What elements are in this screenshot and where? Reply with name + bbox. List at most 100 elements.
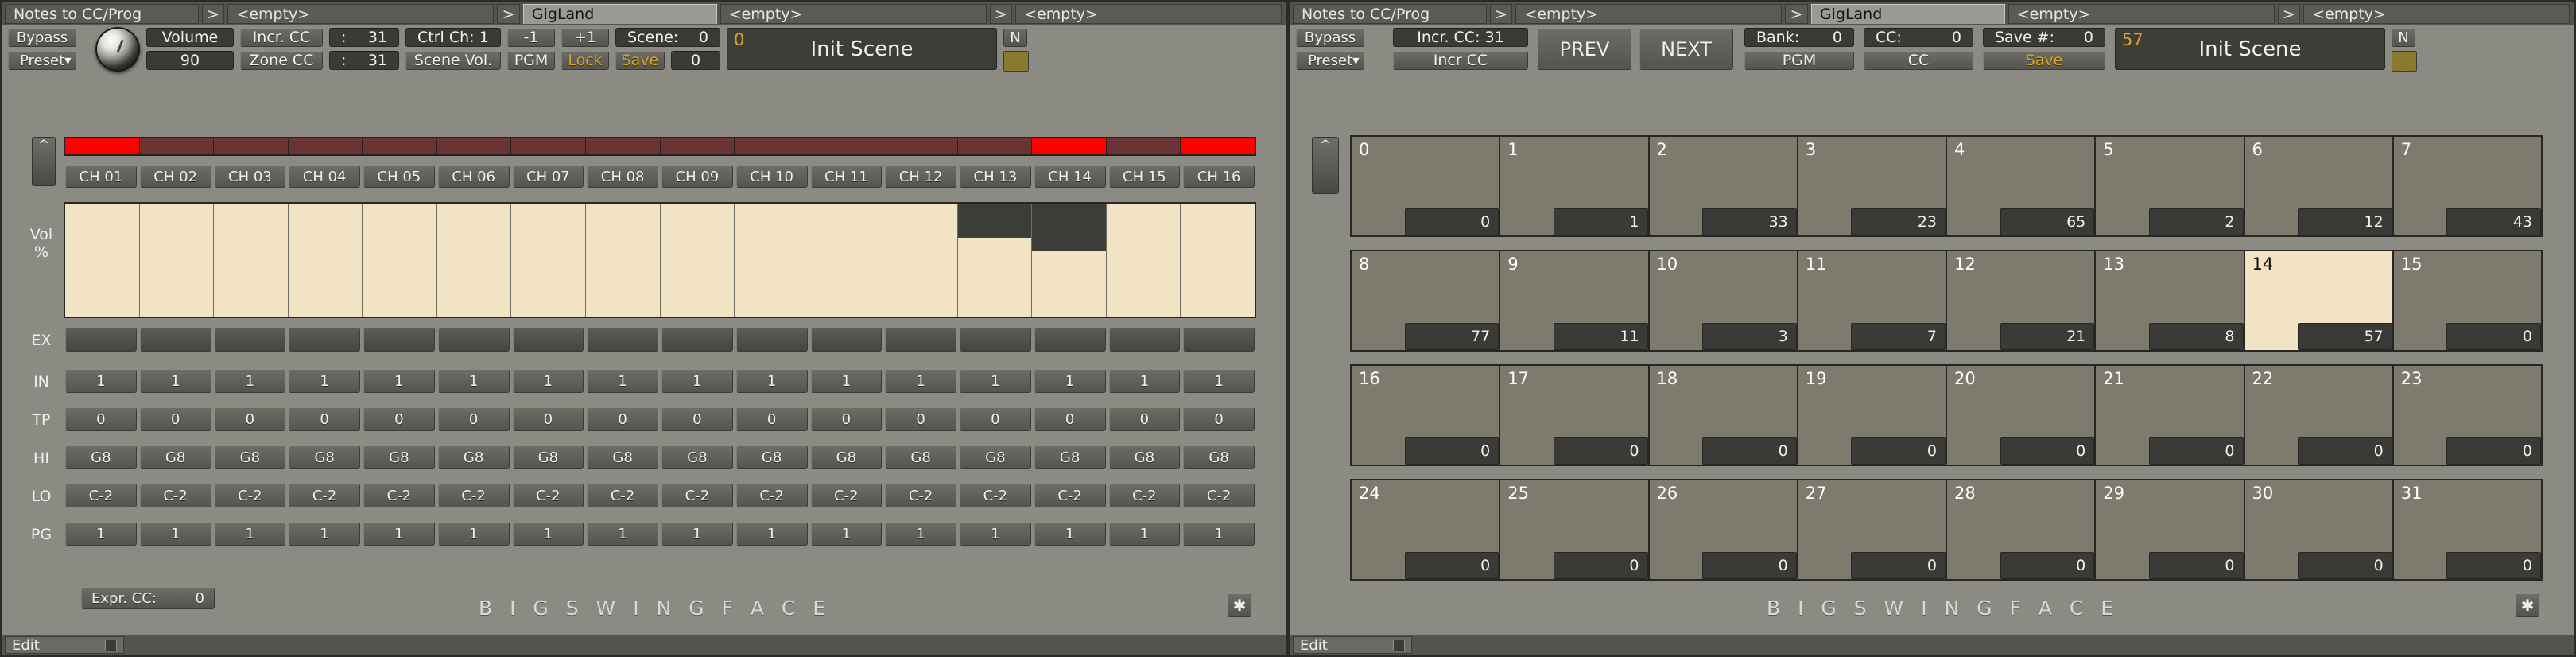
cell-hi-10[interactable]: G8 xyxy=(735,445,808,469)
pad-value[interactable]: 33 xyxy=(1702,208,1797,235)
cc-button[interactable]: CC xyxy=(1864,51,1973,70)
lock-button[interactable]: Lock xyxy=(561,51,609,70)
zone-cc-value-field[interactable]: : 31 xyxy=(329,51,399,70)
cc-field[interactable]: CC: 0 xyxy=(1864,28,1973,47)
pad-value[interactable]: 2 xyxy=(2148,208,2244,235)
pad-25[interactable]: 25 0 xyxy=(1500,480,1650,579)
pad-value[interactable]: 0 xyxy=(1851,437,1946,465)
pad-13[interactable]: 13 8 xyxy=(2096,251,2245,350)
tab-right-0[interactable]: Notes to CC/Prog xyxy=(1293,4,1487,24)
cell-lo-12[interactable]: C-2 xyxy=(885,484,956,507)
tab-left-2[interactable]: <empty> xyxy=(227,4,495,24)
pad-7[interactable]: 7 43 xyxy=(2393,137,2541,235)
tab-right-5[interactable]: <empty> xyxy=(2008,4,2275,24)
pad-value[interactable]: 0 xyxy=(1553,437,1648,465)
tab-left-3[interactable]: > xyxy=(497,4,520,24)
edit-status-box[interactable]: Edit xyxy=(5,636,124,654)
pad-value[interactable]: 0 xyxy=(2446,437,2541,465)
pad-value[interactable]: 11 xyxy=(1553,323,1648,350)
cell-hi-6[interactable]: G8 xyxy=(437,445,510,469)
volume-bar-1[interactable] xyxy=(65,204,140,317)
cell-pg-10[interactable]: 1 xyxy=(735,522,808,546)
cell-hi-9[interactable]: G8 xyxy=(661,445,733,469)
cell-hi-2[interactable]: G8 xyxy=(139,445,211,469)
cell-tp-7[interactable]: 0 xyxy=(512,407,584,431)
cell-in-5[interactable]: 1 xyxy=(363,369,435,393)
tab-left-1[interactable]: > xyxy=(201,4,225,24)
cell-lo-9[interactable]: C-2 xyxy=(661,484,733,507)
cell-lo-11[interactable]: C-2 xyxy=(810,484,883,507)
cell-pg-6[interactable]: 1 xyxy=(437,522,510,546)
pad-value[interactable]: 0 xyxy=(2298,552,2392,579)
cell-pg-8[interactable]: 1 xyxy=(587,522,658,546)
volume-value[interactable]: 90 xyxy=(146,51,234,70)
cell-lo-1[interactable]: C-2 xyxy=(65,484,137,507)
bank-field[interactable]: Bank: 0 xyxy=(1744,28,1854,47)
save-number-field[interactable]: Save #: 0 xyxy=(1983,28,2105,47)
cell-lo-6[interactable]: C-2 xyxy=(437,484,510,507)
cell-ex-15[interactable] xyxy=(1108,328,1181,352)
cell-pg-13[interactable]: 1 xyxy=(960,522,1031,546)
channel-button-13[interactable]: CH 13 xyxy=(960,165,1031,188)
channel-button-12[interactable]: CH 12 xyxy=(885,165,956,188)
tab-left-7[interactable]: <empty> xyxy=(1015,4,1282,24)
pad-value[interactable]: 21 xyxy=(2000,323,2095,350)
cell-lo-2[interactable]: C-2 xyxy=(139,484,211,507)
cell-pg-2[interactable]: 1 xyxy=(139,522,211,546)
cell-pg-15[interactable]: 1 xyxy=(1108,522,1181,546)
pad-14[interactable]: 14 57 xyxy=(2244,251,2394,350)
pad-value[interactable]: 77 xyxy=(1404,323,1499,350)
cell-pg-14[interactable]: 1 xyxy=(1034,522,1106,546)
cell-pg-11[interactable]: 1 xyxy=(810,522,883,546)
pad-value[interactable]: 0 xyxy=(2298,437,2392,465)
pad-value[interactable]: 0 xyxy=(1553,552,1648,579)
pad-15[interactable]: 15 0 xyxy=(2393,251,2541,350)
scene-vol-button[interactable]: Scene Vol. xyxy=(405,51,501,70)
tab-left-0[interactable]: Notes to CC/Prog xyxy=(5,4,199,24)
cell-hi-14[interactable]: G8 xyxy=(1034,445,1106,469)
scene-display[interactable]: 57 Init Scene xyxy=(2115,28,2385,70)
pad-20[interactable]: 20 0 xyxy=(1947,366,2097,465)
incr-cc-button[interactable]: Incr CC xyxy=(1393,51,1528,70)
cell-in-7[interactable]: 1 xyxy=(512,369,584,393)
tab-right-3[interactable]: > xyxy=(1785,4,1808,24)
cell-tp-13[interactable]: 0 xyxy=(960,407,1031,431)
cell-hi-8[interactable]: G8 xyxy=(587,445,658,469)
cell-ex-9[interactable] xyxy=(661,328,733,352)
pad-value[interactable]: 0 xyxy=(1404,552,1499,579)
cell-hi-7[interactable]: G8 xyxy=(512,445,584,469)
edit-status-box[interactable]: Edit xyxy=(1293,636,1412,654)
cell-tp-5[interactable]: 0 xyxy=(363,407,435,431)
save-value-field[interactable]: 0 xyxy=(671,51,720,70)
save-disk-icon[interactable] xyxy=(1393,639,1405,651)
pad-value[interactable]: 23 xyxy=(1851,208,1946,235)
cell-ex-8[interactable] xyxy=(587,328,658,352)
cell-ex-12[interactable] xyxy=(885,328,956,352)
pad-value[interactable]: 3 xyxy=(1702,323,1797,350)
cell-hi-3[interactable]: G8 xyxy=(214,445,286,469)
tab-right-4[interactable]: GigLand xyxy=(1810,4,2005,24)
channel-button-11[interactable]: CH 11 xyxy=(810,165,883,188)
cell-pg-5[interactable]: 1 xyxy=(363,522,435,546)
channel-button-14[interactable]: CH 14 xyxy=(1034,165,1106,188)
volume-bar-5[interactable] xyxy=(363,204,437,317)
incr-cc-value-field[interactable]: : 31 xyxy=(329,28,399,47)
pad-19[interactable]: 19 0 xyxy=(1798,366,1947,465)
cell-hi-15[interactable]: G8 xyxy=(1108,445,1181,469)
bypass-button[interactable]: Bypass xyxy=(1296,28,1364,47)
volume-bar-6[interactable] xyxy=(436,204,512,317)
cell-ex-3[interactable] xyxy=(214,328,286,352)
cell-lo-5[interactable]: C-2 xyxy=(363,484,435,507)
next-button[interactable]: NEXT xyxy=(1639,28,1733,70)
pad-27[interactable]: 27 0 xyxy=(1798,480,1947,579)
cell-hi-1[interactable]: G8 xyxy=(65,445,137,469)
pad-30[interactable]: 30 0 xyxy=(2244,480,2394,579)
cell-pg-7[interactable]: 1 xyxy=(512,522,584,546)
cell-hi-5[interactable]: G8 xyxy=(363,445,435,469)
zone-cc-button[interactable]: Zone CC xyxy=(240,51,323,70)
pad-12[interactable]: 12 21 xyxy=(1947,251,2097,350)
cell-lo-15[interactable]: C-2 xyxy=(1108,484,1181,507)
cell-in-2[interactable]: 1 xyxy=(139,369,211,393)
pad-value[interactable]: 65 xyxy=(2000,208,2095,235)
volume-bar-8[interactable] xyxy=(585,204,661,317)
